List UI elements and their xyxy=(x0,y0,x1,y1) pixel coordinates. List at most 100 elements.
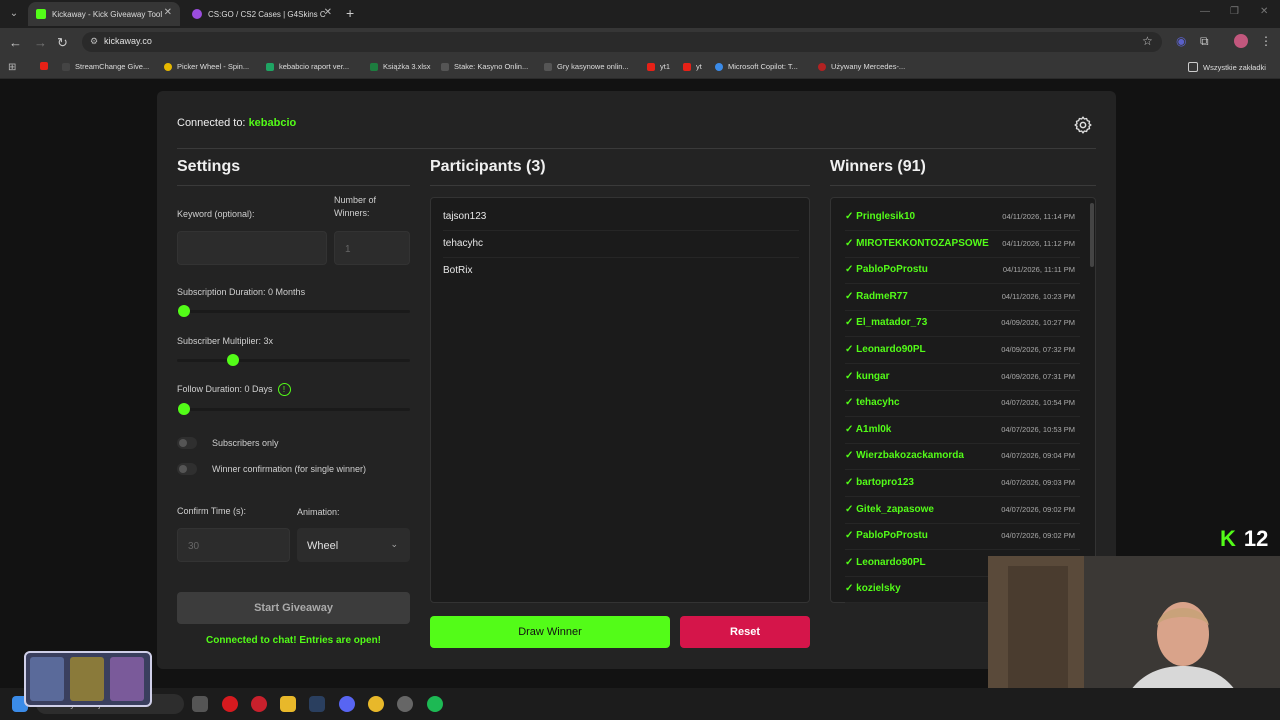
bookmark-star-icon[interactable]: ☆ xyxy=(1142,34,1153,48)
profile-avatar[interactable] xyxy=(1234,34,1248,48)
tab-g4skins[interactable]: CS:GO / CS2 Cases | G4Skins C ✕ xyxy=(184,2,340,26)
kick-viewer-badge: K 12 xyxy=(1220,526,1268,552)
bookmark-favicon-icon xyxy=(62,62,70,71)
settings-gear-icon[interactable] xyxy=(1073,115,1093,135)
subscribers-only-toggle[interactable] xyxy=(177,437,197,449)
bookmark-item[interactable]: Stake: Kasyno Onlin... xyxy=(441,62,528,71)
winner-row: ✓ kungar 04/09/2026, 07:31 PM xyxy=(845,364,1080,391)
winner-name: ✓ Wierzbakozackamorda xyxy=(845,450,964,462)
extensions-puzzle-icon[interactable]: ⧉ xyxy=(1200,34,1209,49)
bookmark-item[interactable]: Microsoft Copilot: T... xyxy=(715,62,798,71)
winner-date: 04/11/2026, 11:11 PM xyxy=(1002,265,1075,275)
stake-icon xyxy=(441,62,449,71)
subscription-duration-label: Subscription Duration: 0 Months xyxy=(177,287,306,297)
winners-scrollbar[interactable] xyxy=(1090,203,1094,267)
start-giveaway-button[interactable]: Start Giveaway xyxy=(177,592,410,624)
bookmark-item[interactable]: yt xyxy=(683,62,702,71)
thumbnail-item-image xyxy=(110,657,144,701)
close-window-icon[interactable]: ✕ xyxy=(1260,6,1268,17)
steam-icon[interactable] xyxy=(309,696,325,712)
site-info-icon[interactable]: ⚙ xyxy=(90,36,98,47)
forward-icon[interactable]: → xyxy=(34,35,47,50)
bookmark-favicon-icon xyxy=(818,62,826,71)
winners-count-label: Number of Winners: xyxy=(334,195,377,218)
divider xyxy=(430,185,810,186)
all-bookmarks-folder[interactable]: Wszystkie zakładki xyxy=(1188,62,1266,72)
follow-duration-label: Follow Duration: 0 Days! xyxy=(177,383,291,397)
bookmark-item[interactable]: StreamChange Give... xyxy=(62,62,149,71)
url-field[interactable]: ⚙ kickaway.co xyxy=(82,32,1162,52)
animation-value: Wheel xyxy=(307,540,339,552)
bookmark-item[interactable]: Picker Wheel - Spin... xyxy=(164,62,249,71)
obs-icon[interactable] xyxy=(397,696,413,712)
opera-gx-icon[interactable] xyxy=(251,696,267,712)
animation-select[interactable]: Wheel ⌄ xyxy=(297,528,410,562)
settings-heading: Settings xyxy=(177,158,241,175)
subscriber-multiplier-knob[interactable] xyxy=(226,354,239,366)
excel-icon xyxy=(370,62,378,71)
winner-date: 04/07/2026, 09:02 PM xyxy=(1001,531,1075,541)
subscription-duration-knob[interactable] xyxy=(178,305,190,317)
confirm-time-input[interactable]: 30 xyxy=(177,528,290,562)
winner-name: ✓ PabloPoProstu xyxy=(845,530,928,542)
winner-row: ✓ El_matador_73 04/09/2026, 10:27 PM xyxy=(845,310,1080,338)
winner-name: ✓ Gitek_zapasowe xyxy=(845,503,934,515)
subscriber-multiplier-slider[interactable] xyxy=(177,359,410,362)
winner-row: ✓ PabloPoProstu 04/11/2026, 11:11 PM xyxy=(845,257,1080,285)
maximize-icon[interactable]: ❐ xyxy=(1230,6,1239,17)
discord-icon[interactable] xyxy=(339,696,355,712)
winner-confirmation-label: Winner confirmation (for single winner) xyxy=(212,464,367,474)
tab-kickaway[interactable]: Kickaway - Kick Giveaway Tool ✕ xyxy=(28,2,180,26)
subscriber-multiplier-label: Subscriber Multiplier: 3x xyxy=(177,336,274,346)
winner-name: ✓ A1ml0k xyxy=(845,423,892,435)
reload-icon[interactable]: ↻ xyxy=(57,35,68,51)
bookmark-item[interactable]: Książka 3.xlsx xyxy=(370,62,431,71)
winner-name: ✓ Pringlesik10 xyxy=(845,211,916,222)
bookmark-item[interactable]: yt1 xyxy=(647,62,670,71)
thumbnail-item-image xyxy=(70,657,104,701)
winner-confirmation-toggle[interactable] xyxy=(177,463,197,475)
sheets-icon xyxy=(266,62,274,71)
kick-favicon-icon xyxy=(36,9,46,19)
chrome-icon[interactable] xyxy=(368,696,384,712)
bookmark-item[interactable]: kebabcio raport ver... xyxy=(266,62,349,71)
reset-button[interactable]: Reset xyxy=(680,616,810,648)
g4skins-favicon-icon xyxy=(192,9,202,19)
bookmark-item[interactable]: Używany Mercedes-... xyxy=(818,62,905,71)
bookmark-item[interactable]: Gry kasynowe onlin... xyxy=(544,62,629,71)
menu-dots-icon[interactable]: ⋮ xyxy=(1260,34,1272,48)
winner-date: 04/07/2026, 09:04 PM xyxy=(1001,451,1075,461)
new-tab-icon[interactable]: + xyxy=(346,5,354,21)
close-tab-icon[interactable]: ✕ xyxy=(324,7,332,18)
minimize-icon[interactable]: — xyxy=(1200,6,1210,17)
winner-row: ✓ PabloPoProstu 04/07/2026, 09:02 PM xyxy=(845,523,1080,551)
follow-duration-slider[interactable] xyxy=(177,408,410,411)
url-text: kickaway.co xyxy=(104,36,152,46)
follow-duration-knob[interactable] xyxy=(178,403,190,415)
winners-count-input[interactable]: 1 xyxy=(334,231,410,265)
bookmark-item[interactable] xyxy=(40,62,53,70)
kick-logo-icon: K xyxy=(1220,526,1236,551)
youtube-icon xyxy=(683,62,691,71)
back-icon[interactable]: ← xyxy=(9,35,22,50)
winner-row: ✓ Pringlesik10 04/11/2026, 11:14 PM xyxy=(845,204,1080,231)
tab-search-icon[interactable]: ⌄ xyxy=(6,6,22,22)
task-view-icon[interactable] xyxy=(192,696,208,712)
divider xyxy=(177,148,1096,149)
opera-icon[interactable] xyxy=(222,696,238,712)
winner-date: 04/09/2026, 07:31 PM xyxy=(1001,371,1075,381)
info-icon[interactable]: ! xyxy=(277,383,291,397)
keyword-input[interactable] xyxy=(177,231,327,265)
participant-item: tajson123 xyxy=(443,204,799,231)
thumbnail-item-image xyxy=(30,657,64,701)
subscription-duration-slider[interactable] xyxy=(177,310,410,313)
spotify-icon[interactable] xyxy=(427,696,443,712)
channel-name: kebabcio xyxy=(248,117,297,129)
draw-winner-button[interactable]: Draw Winner xyxy=(430,616,670,648)
winner-date: 04/09/2026, 10:27 PM xyxy=(1001,318,1075,328)
extension-icon[interactable]: ◉ xyxy=(1176,34,1186,48)
close-tab-icon[interactable]: ✕ xyxy=(164,7,172,18)
file-explorer-icon[interactable] xyxy=(280,696,296,712)
chevron-down-icon: ⌄ xyxy=(390,539,398,549)
apps-grid-icon[interactable]: ⊞ xyxy=(8,62,16,73)
